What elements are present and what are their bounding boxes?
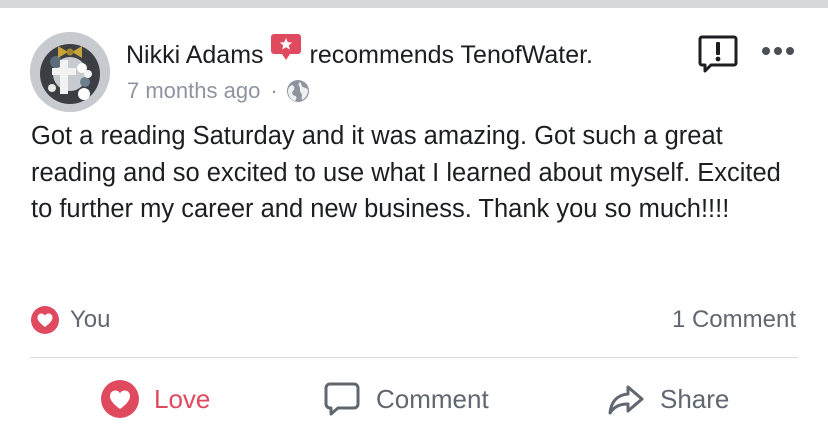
post-header: Nikki Adams recommends TenofWater. [126, 34, 594, 72]
heart-icon [100, 379, 140, 419]
post-meta: 7 months ago · [127, 76, 310, 106]
more-icon[interactable] [760, 44, 796, 58]
avatar[interactable] [30, 32, 110, 112]
comment-icon [322, 379, 362, 419]
love-label: Love [154, 383, 211, 414]
post-card: Nikki Adams recommends TenofWater. 7 mon… [0, 0, 828, 428]
share-button[interactable]: Share [606, 376, 729, 422]
heart-icon [30, 305, 60, 335]
post-body: Got a reading Saturday and it was amazin… [31, 122, 781, 223]
divider [30, 357, 798, 358]
meta-separator: · [270, 78, 278, 103]
comment-count[interactable]: 1 Comment [672, 303, 796, 337]
love-button[interactable]: Love [100, 376, 210, 422]
recommend-badge-icon [270, 32, 302, 62]
author-name[interactable]: Nikki Adams [126, 41, 264, 70]
reaction-summary[interactable]: You [30, 303, 111, 337]
recommends-text: recommends TenofWater. [309, 40, 594, 69]
comment-label: Comment [376, 383, 489, 414]
report-icon[interactable] [697, 34, 739, 74]
comment-button[interactable]: Comment [322, 376, 489, 422]
globe-icon [286, 79, 310, 103]
reaction-summary-text: You [70, 306, 111, 333]
share-icon [606, 379, 646, 419]
share-label: Share [660, 383, 730, 414]
post-time[interactable]: 7 months ago [127, 78, 260, 104]
top-strip [0, 0, 828, 8]
